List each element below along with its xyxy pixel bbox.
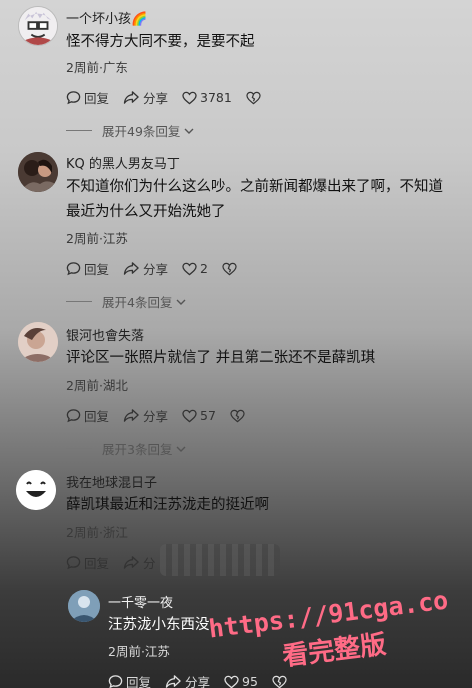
reply-label: 回复	[126, 675, 152, 688]
avatar[interactable]	[18, 6, 58, 46]
heart-icon	[182, 409, 197, 422]
broken-heart-icon	[230, 409, 245, 422]
comment-actions: 回复 分	[66, 553, 170, 572]
comment-meta: 2周前·广东	[66, 60, 128, 75]
comment-meta: 2周前·江苏	[66, 231, 128, 246]
share-button[interactable]: 分享	[123, 88, 168, 107]
comment-actions: 回复 分享 2	[66, 259, 254, 278]
expand-replies-button[interactable]: 展开3条回复	[66, 439, 187, 458]
photo-avatar-icon	[68, 590, 100, 622]
like-count: 3781	[200, 90, 232, 105]
share-icon	[123, 556, 139, 569]
username[interactable]: 一千零一夜	[108, 592, 173, 611]
heart-icon	[224, 675, 239, 688]
reply-button[interactable]: 回复	[66, 406, 109, 425]
comment-text: 评论区一张照片就信了 并且第二张还不是薛凯琪	[66, 350, 376, 366]
reply-label: 回复	[84, 556, 110, 571]
cartoon-avatar-icon	[19, 7, 57, 45]
share-button[interactable]: 分	[123, 553, 156, 572]
username[interactable]: 我在地球混日子	[66, 472, 157, 491]
comment-actions: 回复 分享 57	[66, 406, 262, 425]
reply-button[interactable]: 回复	[66, 553, 109, 572]
heart-icon	[182, 91, 197, 104]
like-button[interactable]: 3781	[182, 90, 232, 105]
expand-label: 展开49条回复	[102, 124, 181, 139]
share-label: 分享	[143, 91, 169, 106]
expand-replies-button[interactable]: 展开4条回复	[66, 292, 187, 311]
reply-button[interactable]: 回复	[108, 672, 151, 688]
comment-actions: 回复 分享 95	[108, 672, 304, 688]
photo-avatar-icon	[18, 152, 58, 192]
comment-1: 一个坏小孩🌈 怪不得方大同不要，是要不起 2周前·广东 回复 分享 3781 展…	[0, 0, 472, 140]
heart-icon	[182, 262, 197, 275]
smiley-face-icon	[16, 470, 56, 510]
avatar[interactable]	[18, 152, 58, 192]
broken-heart-icon	[272, 675, 287, 688]
avatar[interactable]	[18, 322, 58, 362]
comment-text: 怪不得方大同不要，是要不起	[66, 34, 255, 50]
divider	[66, 448, 92, 449]
avatar[interactable]	[16, 470, 56, 510]
reply-icon	[66, 556, 81, 570]
reply-icon	[66, 91, 81, 105]
username[interactable]: KQ 的黑人男友马丁	[66, 153, 180, 172]
reply-label: 回复	[84, 262, 110, 277]
like-button[interactable]: 57	[182, 408, 216, 423]
comment-actions: 回复 分享 3781	[66, 88, 278, 107]
reply-label: 回复	[84, 91, 110, 106]
dislike-button[interactable]	[246, 91, 264, 105]
comment-text: 薛凯琪最近和汪苏泷走的挺近啊	[66, 497, 269, 513]
expand-label: 展开4条回复	[102, 295, 173, 310]
comment-text: 汪苏泷小东西没	[108, 617, 210, 633]
share-button[interactable]: 分享	[123, 259, 168, 278]
reply-label: 回复	[84, 409, 110, 424]
reply-icon	[108, 675, 123, 688]
share-label: 分享	[143, 409, 169, 424]
share-label: 分享	[185, 675, 211, 688]
expand-label: 展开3条回复	[102, 442, 173, 457]
chevron-down-icon	[176, 299, 186, 305]
broken-heart-icon	[246, 91, 261, 104]
share-button[interactable]: 分享	[165, 672, 210, 688]
comment-meta: 2周前·湖北	[66, 378, 128, 393]
share-label: 分享	[143, 262, 169, 277]
reply-button[interactable]: 回复	[66, 259, 109, 278]
obscured-area	[160, 544, 280, 576]
share-icon	[123, 409, 139, 422]
comment-text-line-2: 最近为什么又开始洗她了	[66, 204, 226, 220]
expand-replies-button[interactable]: 展开49条回复	[66, 121, 195, 140]
chevron-down-icon	[184, 128, 194, 134]
comment-meta: 2周前·浙江	[66, 525, 128, 540]
username[interactable]: 银河也會失落	[66, 325, 144, 344]
dislike-button[interactable]	[272, 675, 290, 688]
like-count: 95	[242, 674, 258, 688]
share-label: 分	[143, 556, 156, 571]
like-button[interactable]: 2	[182, 261, 208, 276]
like-count: 2	[200, 261, 208, 276]
avatar[interactable]	[68, 590, 100, 622]
divider	[66, 130, 92, 131]
reply-icon	[66, 262, 81, 276]
broken-heart-icon	[222, 262, 237, 275]
share-button[interactable]: 分享	[123, 406, 168, 425]
comment-meta: 2周前·江苏	[108, 644, 170, 659]
photo-avatar-icon	[18, 322, 58, 362]
dislike-button[interactable]	[230, 409, 248, 423]
divider	[66, 301, 92, 302]
share-icon	[123, 262, 139, 275]
comment-text-line-1: 不知道你们为什么这么吵。之前新闻都爆出来了啊，不知道	[66, 179, 443, 195]
like-button[interactable]: 95	[224, 674, 258, 688]
share-icon	[165, 675, 181, 688]
username[interactable]: 一个坏小孩🌈	[66, 8, 147, 27]
reply-icon	[66, 409, 81, 423]
chevron-down-icon	[176, 446, 186, 452]
dislike-button[interactable]	[222, 262, 240, 276]
share-icon	[123, 91, 139, 104]
reply-button[interactable]: 回复	[66, 88, 109, 107]
like-count: 57	[200, 408, 216, 423]
